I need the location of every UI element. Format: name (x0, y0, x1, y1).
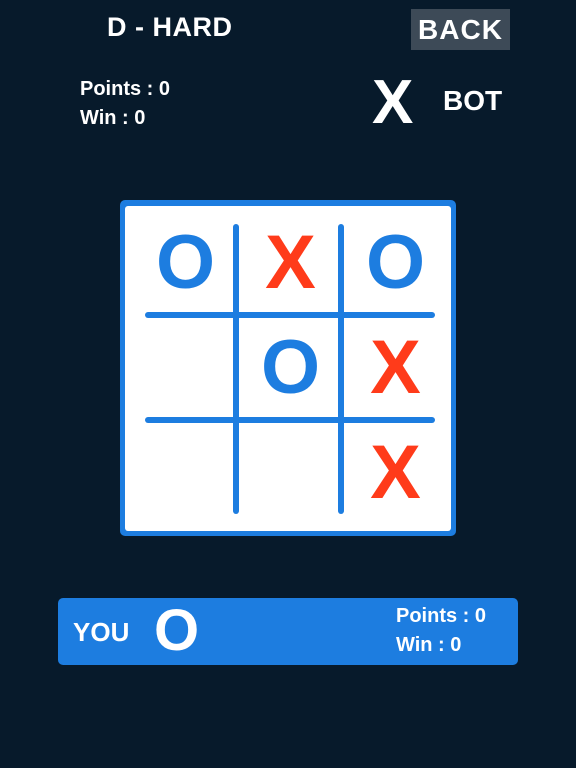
board-cell[interactable]: X (238, 210, 343, 315)
player-points: Points : 0 (396, 605, 487, 627)
player-bar: YOU O Points : 0 Win : 0 (58, 598, 518, 665)
cell-mark: O (365, 219, 426, 305)
back-button[interactable]: BACK (411, 9, 510, 50)
player-mark-o-icon: O (154, 598, 200, 663)
cell-mark: X (370, 324, 421, 410)
player-stats: Points : 0 Win : 0 (396, 602, 486, 660)
cell-mark: O (260, 324, 321, 410)
board-cell[interactable] (238, 420, 343, 525)
bot-points: Points : 0 (80, 78, 171, 100)
player-label: YOU (73, 617, 130, 647)
board-cell[interactable]: O (238, 315, 343, 420)
bot-stats: Points : 0 Win : 0 (80, 75, 170, 133)
bot-label: BOT (443, 85, 503, 116)
game-title: D - HARD (107, 12, 233, 42)
player-wins: Win : 0 (396, 634, 462, 656)
bot-mark-x-icon: X (372, 68, 414, 137)
bot-wins: Win : 0 (80, 107, 146, 129)
board-surface: O X O O X X (125, 206, 451, 531)
cell-mark: X (370, 429, 421, 515)
cell-mark: X (265, 219, 316, 305)
game-board: O X O O X X (120, 200, 456, 536)
cell-mark: O (155, 219, 216, 305)
board-cell[interactable]: O (343, 210, 448, 315)
board-cell[interactable] (133, 315, 238, 420)
board-cell[interactable]: X (343, 315, 448, 420)
board-cell[interactable]: O (133, 210, 238, 315)
board-cell[interactable]: X (343, 420, 448, 525)
board-cell[interactable] (133, 420, 238, 525)
